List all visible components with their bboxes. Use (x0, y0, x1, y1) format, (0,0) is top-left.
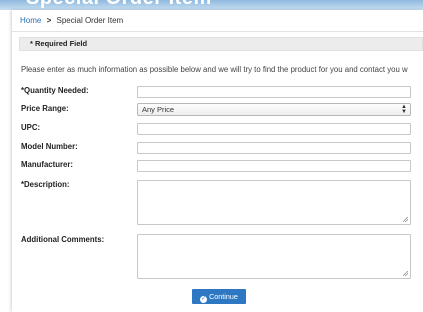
page-header-banner: Special Order Item (0, 0, 423, 10)
quantity-label: *Quantity Needed: (21, 86, 89, 95)
continue-label: Continue (209, 292, 238, 301)
breadcrumb: Home > Special Order Item (12, 10, 423, 32)
order-form-card: Home > Special Order Item * Required Fie… (12, 10, 423, 312)
intro-text: Please enter as much information as poss… (21, 65, 408, 74)
upc-input[interactable] (137, 123, 411, 135)
price-range-label: Price Range: (21, 104, 69, 113)
comments-label: Additional Comments: (21, 235, 105, 244)
check-circle-icon: ✓ (200, 296, 208, 303)
resize-grip-icon[interactable] (403, 217, 408, 222)
description-textarea[interactable] (137, 180, 411, 225)
model-number-input[interactable] (137, 142, 411, 154)
price-range-select[interactable]: Any Price ▲ ▼ (137, 103, 411, 116)
manufacturer-label: Manufacturer: (21, 160, 73, 169)
price-range-selected: Any Price (142, 105, 175, 114)
model-number-label: Model Number: (21, 142, 78, 151)
breadcrumb-separator: > (46, 16, 52, 25)
upc-label: UPC: (21, 123, 41, 132)
quantity-input[interactable] (137, 86, 411, 98)
description-label: *Description: (21, 180, 70, 189)
resize-grip-icon[interactable] (403, 271, 408, 276)
required-field-note: * Required Field (19, 37, 423, 51)
select-arrows-icon: ▲ ▼ (401, 104, 407, 115)
breadcrumb-home-link[interactable]: Home (20, 16, 41, 25)
breadcrumb-current: Special Order Item (56, 16, 124, 25)
comments-textarea[interactable] (137, 234, 411, 279)
continue-button[interactable]: ✓ Continue (192, 289, 246, 304)
page-heading: Special Order Item (26, 0, 212, 10)
manufacturer-input[interactable] (137, 160, 411, 172)
